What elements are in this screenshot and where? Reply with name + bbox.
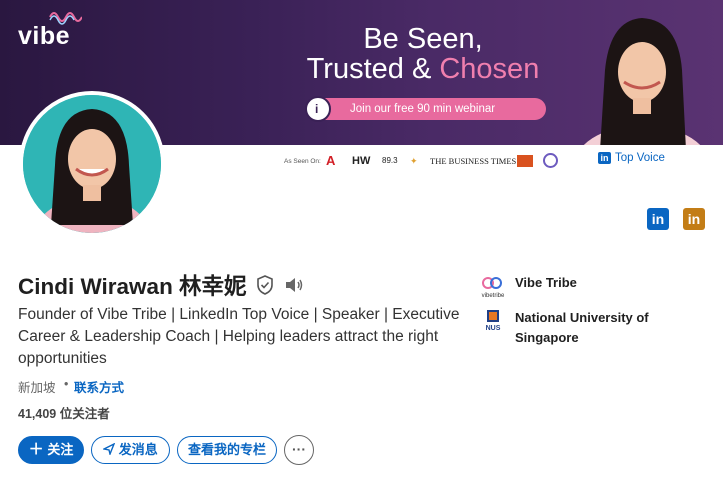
avatar[interactable] — [19, 91, 165, 237]
separator-dot: • — [64, 377, 69, 391]
plus-icon: ＋ — [28, 441, 44, 458]
avatar-image — [23, 95, 161, 233]
media-logo-hw: HW — [352, 155, 371, 167]
banner-headline-line2: Trusted & Chosen — [288, 54, 558, 84]
message-label: 发消息 — [118, 442, 158, 457]
org-nus[interactable]: NUS National University of Singapore — [480, 308, 675, 348]
vibe-tribe-logo-text: vibetribe — [482, 293, 505, 299]
vibe-logo-text: vibe — [18, 22, 71, 50]
media-logo-flame-icon: ✦ — [410, 156, 418, 166]
nus-crest-icon: NUS — [486, 310, 501, 332]
banner-headline-line2-start: Trusted & — [306, 53, 440, 85]
media-logo-a: A — [326, 153, 336, 168]
vibe-logo: vibe — [18, 8, 88, 50]
as-seen-on-label: As Seen On: — [284, 158, 321, 165]
org-name: National University of Singapore — [515, 310, 649, 345]
nus-logo-text: NUS — [486, 325, 501, 332]
vibe-tribe-logo-icon: vibetribe — [482, 277, 505, 299]
profile-headline: Founder of Vibe Tribe | LinkedIn Top Voi… — [18, 306, 460, 367]
profile-name: Cindi Wirawan 林幸妮 — [18, 274, 247, 299]
webinar-icon: i — [305, 96, 331, 122]
name-row: Cindi Wirawan 林幸妮 — [18, 270, 304, 300]
follow-button[interactable]: ＋ 关注 — [18, 436, 84, 464]
more-options-button[interactable]: ··· — [284, 435, 314, 465]
media-logo-circle-icon — [543, 153, 558, 168]
view-newsletter-button[interactable]: 查看我的专栏 — [177, 436, 277, 464]
send-icon — [102, 442, 116, 457]
linkedin-mini-icon: in — [598, 152, 611, 164]
linkedin-badge-icon[interactable]: in — [647, 208, 669, 230]
verified-shield-icon[interactable] — [256, 275, 274, 295]
banner-headline-line1: Be Seen, — [363, 23, 483, 55]
org-vibe-tribe[interactable]: vibetribe Vibe Tribe — [480, 273, 577, 299]
webinar-cta: Join our free 90 min webinar — [306, 98, 546, 120]
media-logo-business-times: THE BUSINESS TIMES — [430, 156, 517, 166]
org-name: Vibe Tribe — [515, 275, 577, 290]
media-logo-orange-icon — [517, 155, 533, 167]
contact-info-link[interactable]: 联系方式 — [74, 377, 124, 396]
follow-label: 关注 — [47, 442, 74, 457]
top-voice-badge: in Top Voice — [593, 148, 675, 168]
banner-headline-accent: Chosen — [439, 53, 540, 85]
message-button[interactable]: 发消息 — [91, 436, 170, 464]
linkedin-gold-badge-icon[interactable]: in — [683, 208, 705, 230]
media-logo-893: 89.3 — [382, 156, 398, 165]
banner-headline: Be Seen, Trusted & Chosen — [288, 24, 558, 84]
top-voice-label: Top Voice — [615, 152, 665, 164]
location: 新加坡 — [18, 381, 56, 395]
followers-count[interactable]: 41,409 位关注者 — [18, 403, 110, 422]
name-pronunciation-speaker-icon[interactable] — [284, 276, 304, 294]
